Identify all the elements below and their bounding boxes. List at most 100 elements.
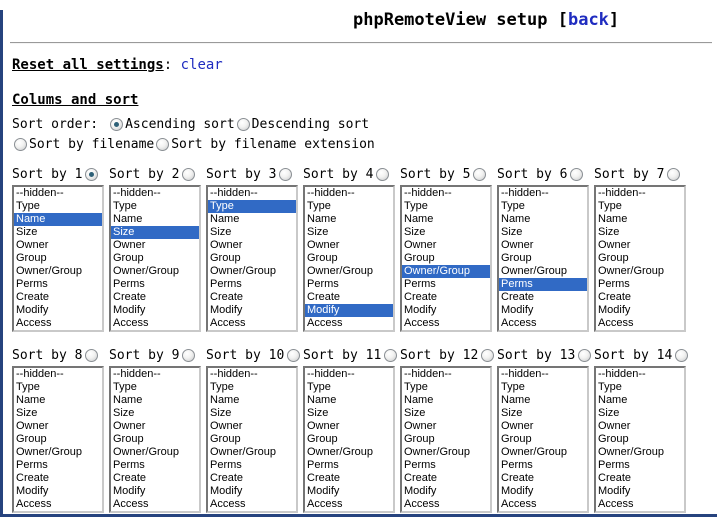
listbox-option[interactable]: Group [208,433,296,446]
listbox-option[interactable]: Perms [402,459,490,472]
sort-box-radio[interactable] [85,349,98,362]
listbox-option[interactable]: Name [208,394,296,407]
listbox-option[interactable]: Type [596,381,684,394]
sort-by-filename-extension-radio[interactable] [156,138,169,151]
sort-box-radio[interactable] [182,168,195,181]
listbox-option[interactable]: Perms [596,278,684,291]
listbox-option[interactable]: Modify [499,485,587,498]
listbox-option[interactable]: Owner [596,420,684,433]
listbox-option[interactable]: Owner/Group [499,265,587,278]
listbox-option[interactable]: Modify [402,485,490,498]
listbox-option[interactable]: Create [111,291,199,304]
listbox-option[interactable]: --hidden-- [596,187,684,200]
sort-listbox[interactable]: --hidden--TypeNameSizeOwnerGroupOwner/Gr… [206,366,298,513]
listbox-option[interactable]: Size [111,226,199,239]
listbox-option[interactable]: Size [208,407,296,420]
listbox-option[interactable]: Access [305,498,393,511]
listbox-option[interactable]: Owner [596,239,684,252]
listbox-option[interactable]: Size [305,407,393,420]
listbox-option[interactable]: Name [402,213,490,226]
listbox-option[interactable]: Type [305,200,393,213]
listbox-option[interactable]: --hidden-- [596,368,684,381]
listbox-option[interactable]: Owner/Group [596,265,684,278]
listbox-option[interactable]: Size [14,226,102,239]
listbox-option[interactable]: Name [402,394,490,407]
sort-listbox[interactable]: --hidden--TypeNameSizeOwnerGroupOwner/Gr… [303,185,395,332]
listbox-option[interactable]: Create [14,291,102,304]
listbox-option[interactable]: --hidden-- [499,368,587,381]
listbox-option[interactable]: Owner/Group [111,265,199,278]
sort-box-radio[interactable] [578,349,591,362]
listbox-option[interactable]: Modify [111,304,199,317]
sort-box-radio[interactable] [570,168,583,181]
listbox-option[interactable]: Type [499,381,587,394]
listbox-option[interactable]: Modify [402,304,490,317]
listbox-option[interactable]: Create [111,472,199,485]
listbox-option[interactable]: Group [402,252,490,265]
sort-box-radio[interactable] [287,349,300,362]
listbox-option[interactable]: Group [111,252,199,265]
listbox-option[interactable]: Create [499,291,587,304]
sort-listbox[interactable]: --hidden--TypeNameSizeOwnerGroupOwner/Gr… [497,185,589,332]
listbox-option[interactable]: Perms [596,459,684,472]
listbox-option[interactable]: --hidden-- [305,187,393,200]
listbox-option[interactable]: Modify [111,485,199,498]
listbox-option[interactable]: --hidden-- [208,368,296,381]
listbox-option[interactable]: Access [111,498,199,511]
listbox-option[interactable]: Owner [208,420,296,433]
listbox-option[interactable]: Create [596,291,684,304]
listbox-option[interactable]: Owner/Group [208,265,296,278]
listbox-option[interactable]: Size [596,407,684,420]
descending-sort-radio[interactable] [237,118,250,131]
listbox-option[interactable]: Type [111,381,199,394]
listbox-option[interactable]: Owner [499,239,587,252]
listbox-option[interactable]: Name [14,394,102,407]
listbox-option[interactable]: Type [208,381,296,394]
listbox-option[interactable]: Owner/Group [14,265,102,278]
listbox-option[interactable]: Type [402,381,490,394]
listbox-option[interactable]: Group [305,252,393,265]
listbox-option[interactable]: Size [499,226,587,239]
listbox-option[interactable]: Size [305,226,393,239]
listbox-option[interactable]: Modify [305,304,393,317]
listbox-option[interactable]: Type [499,200,587,213]
sort-listbox[interactable]: --hidden--TypeNameSizeOwnerGroupOwner/Gr… [12,185,104,332]
listbox-option[interactable]: Owner/Group [305,265,393,278]
listbox-option[interactable]: Name [14,213,102,226]
sort-box-radio[interactable] [182,349,195,362]
sort-listbox[interactable]: --hidden--TypeNameSizeOwnerGroupOwner/Gr… [12,366,104,513]
listbox-option[interactable]: Owner/Group [402,265,490,278]
listbox-option[interactable]: Size [499,407,587,420]
listbox-option[interactable]: Name [111,213,199,226]
listbox-option[interactable]: Perms [208,278,296,291]
listbox-option[interactable]: --hidden-- [208,187,296,200]
listbox-option[interactable]: Owner/Group [111,446,199,459]
listbox-option[interactable]: Perms [14,459,102,472]
listbox-option[interactable]: Owner [14,239,102,252]
listbox-option[interactable]: Owner [402,239,490,252]
listbox-option[interactable]: --hidden-- [111,187,199,200]
listbox-option[interactable]: Group [499,433,587,446]
listbox-option[interactable]: Size [208,226,296,239]
listbox-option[interactable]: Owner [111,239,199,252]
listbox-option[interactable]: Modify [305,485,393,498]
listbox-option[interactable]: Perms [111,459,199,472]
listbox-option[interactable]: Group [208,252,296,265]
listbox-option[interactable]: Access [111,317,199,330]
ascending-sort-radio[interactable] [110,118,123,131]
listbox-option[interactable]: Owner/Group [596,446,684,459]
listbox-option[interactable]: Perms [402,278,490,291]
listbox-option[interactable]: Owner/Group [14,446,102,459]
sort-listbox[interactable]: --hidden--TypeNameSizeOwnerGroupOwner/Gr… [497,366,589,513]
listbox-option[interactable]: --hidden-- [14,187,102,200]
sort-box-radio[interactable] [376,168,389,181]
listbox-option[interactable]: Perms [499,459,587,472]
sort-box-radio[interactable] [473,168,486,181]
listbox-option[interactable]: Access [402,498,490,511]
listbox-option[interactable]: --hidden-- [14,368,102,381]
sort-listbox[interactable]: --hidden--TypeNameSizeOwnerGroupOwner/Gr… [594,366,686,513]
listbox-option[interactable]: Create [305,472,393,485]
listbox-option[interactable]: Group [111,433,199,446]
listbox-option[interactable]: --hidden-- [111,368,199,381]
listbox-option[interactable]: Owner [305,420,393,433]
